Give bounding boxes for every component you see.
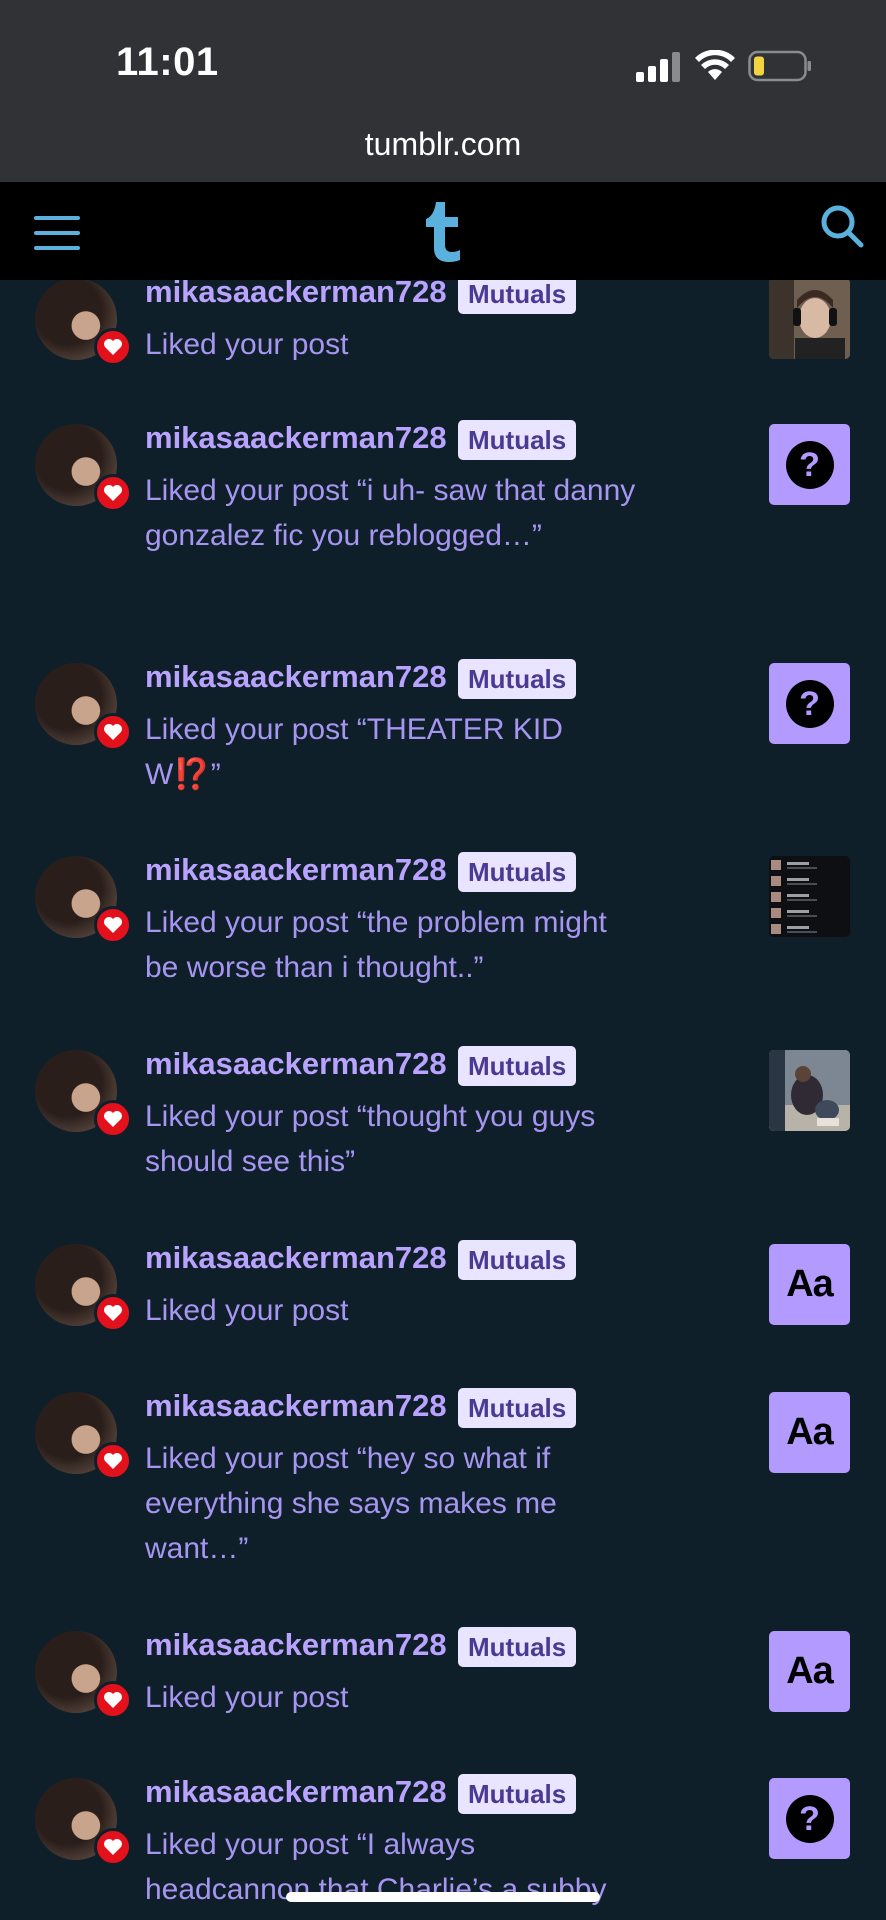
tumblr-logo-icon[interactable] xyxy=(420,202,468,262)
activity-list: mikasaackerman728 Mutuals Liked your pos… xyxy=(0,280,886,1920)
username[interactable]: mikasaackerman728 xyxy=(145,1388,447,1424)
notification-message: Liked your post xyxy=(145,328,349,361)
mutuals-badge: Mutuals xyxy=(458,1046,577,1086)
mutuals-badge: Mutuals xyxy=(458,1388,577,1428)
post-thumbnail[interactable] xyxy=(769,280,850,359)
username[interactable]: mikasaackerman728 xyxy=(145,852,447,888)
heart-icon xyxy=(94,1294,132,1332)
heart-icon xyxy=(94,474,132,512)
search-icon[interactable] xyxy=(820,204,864,248)
url-bar[interactable]: tumblr.com xyxy=(0,126,886,163)
username[interactable]: mikasaackerman728 xyxy=(145,420,447,456)
username[interactable]: mikasaackerman728 xyxy=(145,1240,447,1276)
post-thumbnail[interactable] xyxy=(769,1050,850,1131)
notification-message: Liked your post “the problem might be wo… xyxy=(145,906,607,984)
username[interactable]: mikasaackerman728 xyxy=(145,659,447,695)
status-time: 11:01 xyxy=(116,40,219,84)
heart-icon xyxy=(94,906,132,944)
mutuals-badge: Mutuals xyxy=(458,659,577,699)
mutuals-badge: Mutuals xyxy=(458,280,577,314)
message-text-end: ” xyxy=(210,758,221,791)
username[interactable]: mikasaackerman728 xyxy=(145,1774,447,1810)
question-icon: ? xyxy=(785,440,834,489)
notification-message: Liked your post xyxy=(145,1681,349,1714)
home-indicator[interactable] xyxy=(286,1892,600,1902)
interrobang-emoji: ⁉️ xyxy=(173,758,211,791)
username[interactable]: mikasaackerman728 xyxy=(145,1627,447,1663)
cellular-signal-icon xyxy=(636,52,680,82)
wifi-icon xyxy=(695,50,735,80)
battery-icon xyxy=(748,50,811,82)
mutuals-badge: Mutuals xyxy=(458,420,577,460)
heart-icon xyxy=(94,328,132,366)
notification-message: Liked your post “THEATER KID W⁉️” xyxy=(145,707,645,797)
notification-message: Liked your post “thought you guys should… xyxy=(145,1100,596,1178)
post-thumbnail[interactable]: ? xyxy=(769,663,850,744)
question-icon: ? xyxy=(785,1794,834,1843)
post-thumbnail[interactable]: ? xyxy=(769,1778,850,1859)
notification-message: Liked your post “i uh- saw that danny go… xyxy=(145,474,636,552)
mutuals-badge: Mutuals xyxy=(458,1627,577,1667)
mutuals-badge: Mutuals xyxy=(458,1774,577,1814)
top-nav xyxy=(0,182,886,280)
heart-icon xyxy=(94,713,132,751)
hamburger-menu-icon[interactable] xyxy=(34,216,80,250)
post-thumbnail[interactable]: Aa xyxy=(769,1244,850,1325)
username[interactable]: mikasaackerman728 xyxy=(145,1046,447,1082)
post-thumbnail[interactable]: Aa xyxy=(769,1392,850,1473)
mutuals-badge: Mutuals xyxy=(458,1240,577,1280)
heart-icon xyxy=(94,1100,132,1138)
heart-icon xyxy=(94,1828,132,1866)
post-thumbnail[interactable] xyxy=(769,856,850,937)
heart-icon xyxy=(94,1681,132,1719)
question-icon: ? xyxy=(785,679,834,728)
username[interactable]: mikasaackerman728 xyxy=(145,280,447,310)
notification-message: Liked your post xyxy=(145,1294,349,1327)
mutuals-badge: Mutuals xyxy=(458,852,577,892)
heart-icon xyxy=(94,1442,132,1480)
post-thumbnail[interactable]: ? xyxy=(769,424,850,505)
notification-message: Liked your post “hey so what if everythi… xyxy=(145,1442,557,1565)
status-bar: 11:01 tumblr.com xyxy=(0,0,886,182)
post-thumbnail[interactable]: Aa xyxy=(769,1631,850,1712)
